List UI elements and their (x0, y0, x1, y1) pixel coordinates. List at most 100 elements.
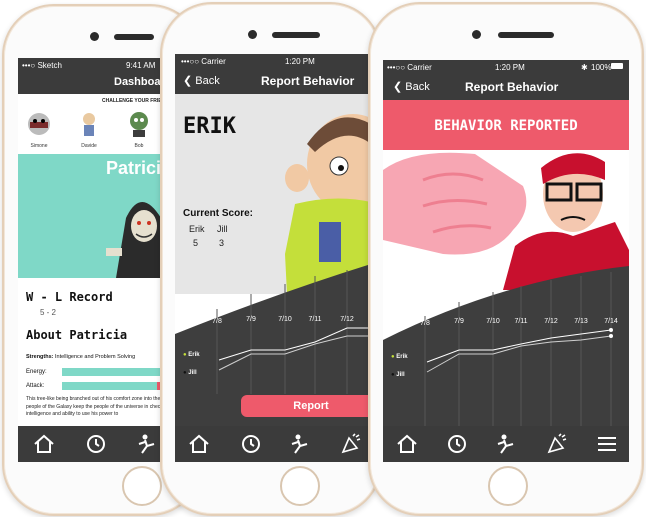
speaker-grille (272, 32, 320, 38)
kick-icon (138, 434, 155, 454)
friend-avatar-simone[interactable]: Simone (24, 110, 54, 149)
score-title: Current Score: (183, 208, 254, 219)
speaker-grille (114, 34, 154, 40)
score-player-2: Jill (217, 224, 228, 234)
date-tick: 7/8 (420, 320, 430, 327)
time-text: 9:41 AM (126, 61, 156, 70)
carrier-text: •••○○ Carrier (181, 57, 226, 66)
friend-name: Davide (81, 143, 97, 149)
date-tick: 7/9 (454, 318, 464, 325)
score-player-1: Erik (189, 224, 205, 234)
friend-avatar-bob[interactable]: Bob (124, 110, 154, 149)
tab-bar (383, 426, 629, 462)
legend-label: Erik (396, 354, 408, 360)
erik-avatar-icon: ● (391, 354, 395, 360)
tab-history[interactable] (84, 432, 108, 456)
report-button[interactable]: Report (241, 395, 371, 417)
tab-kick[interactable] (495, 432, 519, 456)
attack-bar-fill (62, 382, 158, 390)
legend-label: Erik (188, 352, 200, 358)
strengths-row: Strengths: Intelligence and Problem Solv… (26, 354, 135, 360)
home-button[interactable] (122, 466, 162, 506)
tab-bar (175, 426, 371, 462)
speaker-grille (498, 32, 554, 38)
history-icon (448, 435, 466, 453)
attack-label: Attack: (26, 383, 45, 389)
legend-jill: ● Jill (183, 370, 197, 376)
home-icon (397, 434, 417, 453)
nav-bar: ❮ Back Report Behavior (383, 74, 629, 100)
battery-text: 100% (591, 63, 612, 72)
chevron-left-icon: ❮ (393, 81, 403, 93)
record-value: 5 - 2 (40, 308, 57, 317)
history-icon (87, 435, 105, 453)
tab-report[interactable] (339, 432, 363, 456)
legend-jill: ● Jill (391, 372, 405, 378)
erik-end-point (609, 328, 613, 332)
jill-avatar-icon: ● (183, 370, 187, 376)
tab-history[interactable] (239, 432, 263, 456)
kick-icon (291, 434, 308, 454)
time-text: 1:20 PM (285, 57, 315, 66)
date-tick: 7/14 (604, 318, 618, 325)
menu-icon (598, 437, 616, 451)
friend-name: Bob (134, 143, 144, 149)
nav-bar: ❮ Back Report Behavior (175, 68, 371, 94)
history-icon (242, 435, 260, 453)
tab-kick[interactable] (136, 432, 160, 456)
home-button[interactable] (280, 466, 320, 506)
back-button[interactable]: ❮ Back (183, 74, 220, 87)
date-tick: 7/9 (246, 316, 256, 323)
chevron-left-icon: ❮ (183, 75, 193, 87)
back-label: Back (195, 75, 220, 87)
home-button[interactable] (488, 466, 528, 506)
tab-menu[interactable] (595, 432, 619, 456)
report-icon (341, 433, 361, 454)
friend-avatar-davide[interactable]: Davide (74, 110, 104, 149)
tab-report[interactable] (545, 432, 569, 456)
front-camera (248, 30, 257, 39)
legend-label: Jill (396, 372, 405, 378)
score-value-1: 5 (193, 238, 199, 248)
legend-erik: ● Erik (391, 354, 408, 360)
tab-home[interactable] (32, 432, 56, 456)
date-tick: 7/8 (212, 318, 222, 325)
battery-icon (611, 63, 623, 69)
reported-banner: BEHAVIOR REPORTED (383, 100, 629, 150)
record-title: W - L Record (26, 290, 113, 304)
strengths-label: Strengths: (26, 354, 54, 360)
date-tick: 7/12 (544, 318, 558, 325)
date-tick: 7/10 (278, 316, 292, 323)
status-bar: •••○○ Carrier 1:20 PM (175, 54, 371, 68)
energy-label: Energy: (26, 369, 47, 375)
jill-avatar-icon: ● (391, 372, 395, 378)
friend-name: Simone (30, 143, 48, 149)
strengths-value: Intelligence and Problem Solving (55, 354, 136, 360)
status-bar: •••○○ Carrier 1:20 PM ✱ 100% (383, 60, 629, 74)
avatar-icon (83, 113, 95, 136)
date-tick: 7/11 (308, 316, 322, 323)
tab-kick[interactable] (289, 432, 313, 456)
screen-behavior-reported: •••○○ Carrier 1:20 PM ✱ 100% ❮ Back Repo… (383, 60, 629, 462)
time-text: 1:20 PM (495, 63, 525, 72)
tab-history[interactable] (445, 432, 469, 456)
home-icon (189, 434, 209, 453)
avatar-icon (28, 113, 50, 135)
score-chart (383, 266, 629, 426)
back-label: Back (405, 81, 430, 93)
back-button[interactable]: ❮ Back (393, 80, 430, 93)
carrier-text: •••○○ Carrier (387, 63, 432, 72)
date-tick: 7/13 (574, 318, 588, 325)
home-icon (34, 434, 54, 453)
tab-home[interactable] (187, 432, 211, 456)
tab-home[interactable] (395, 432, 419, 456)
legend-label: Jill (188, 370, 197, 376)
front-camera (90, 32, 99, 41)
avatar-icon (130, 112, 148, 137)
date-tick: 7/11 (514, 318, 528, 325)
legend-erik: ● Erik (183, 352, 200, 358)
page-title: Report Behavior (465, 80, 559, 94)
bluetooth-icon: ✱ (581, 63, 588, 72)
date-tick: 7/10 (486, 318, 500, 325)
front-camera (472, 30, 481, 39)
